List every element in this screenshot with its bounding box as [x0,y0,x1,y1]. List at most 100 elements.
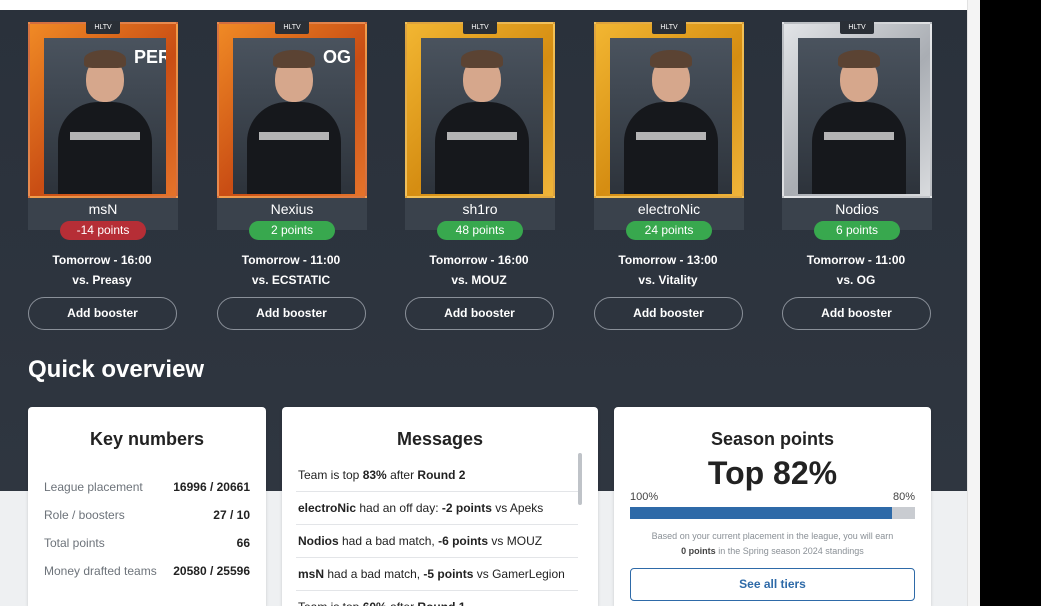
match-time: Tomorrow - 11:00 [241,253,341,267]
player-jersey [812,102,906,194]
message-text: Team is top [298,468,363,482]
player-name: sh1ro [462,201,498,217]
match-opponent: vs. Preasy [72,273,132,287]
points-pill: 48 points [437,221,523,240]
message-text: after [387,600,418,606]
progress-right-label: 80% [892,491,915,503]
player-name: electroNic [637,201,701,217]
messages-title: Messages [396,429,484,449]
player-photo [421,38,543,194]
hltv-badge: HLTV [652,21,686,34]
player-photo: PERA [44,38,166,194]
match-time: Tomorrow - 13:00 [618,253,718,267]
card-frame: OG [217,22,367,198]
match-time: Tomorrow - 11:00 [806,253,906,267]
player-card[interactable]: HLTV sh1ro [405,21,555,230]
spirit-icon [511,44,537,70]
message-text: Nodios [298,534,339,548]
season-progress-bar [630,507,915,519]
match-time: Tomorrow - 16:00 [52,253,152,267]
message-text: electroNic [298,501,357,515]
add-booster-button[interactable]: Add booster [594,297,743,330]
player-jersey [58,102,152,194]
match-opponent: vs. ECSTATIC [251,273,331,287]
top-strip [0,0,980,10]
player-name: msN [88,201,118,217]
player-card[interactable]: PERA HLTV msN [28,21,178,230]
player-jersey [624,102,718,194]
key-number-label: League placement [44,480,143,494]
player-card[interactable]: OG HLTV Nexius [217,21,367,230]
season-note-prefix: Based on your current placement in the l… [651,531,894,541]
message-text: vs Apeks [491,501,544,515]
message-text: had a bad match, [338,534,439,548]
messages-list[interactable]: Team is top 83% after Round 2 electroNic … [296,459,578,606]
hltv-badge: HLTV [840,21,874,34]
player-photo [610,38,732,194]
add-booster-button[interactable]: Add booster [217,297,366,330]
player-name: Nodios [835,201,879,217]
card-frame [594,22,744,198]
messages-panel: Messages Team is top 83% after Round 2 el… [282,407,598,606]
vertical-scrollbar[interactable] [967,0,980,606]
player-photo [798,38,920,194]
message-text: 83% [362,468,387,482]
add-booster-button[interactable]: Add booster [28,297,177,330]
message-text: Team is top [298,600,363,606]
message-text: Round 2 [417,468,466,482]
pera-icon: PERA [134,47,166,67]
hltv-badge: HLTV [463,21,497,34]
hltv-badge: HLTV [275,21,309,34]
points-pill: 6 points [814,221,900,240]
points-pill: -14 points [60,221,146,240]
see-all-tiers-button[interactable]: See all tiers [630,568,915,601]
key-number-label: Total points [44,536,105,550]
match-info: Tomorrow - 16:00 vs. MOUZ [404,250,554,290]
points-pill: 24 points [626,221,712,240]
messages-scrollbar[interactable] [578,453,582,505]
cloud9-icon [700,44,726,70]
jersey-sponsor [447,132,517,140]
jersey-sponsor [70,132,140,140]
player-hair [650,50,692,68]
quick-overview-title: Quick overview [28,356,205,383]
jersey-sponsor [259,132,329,140]
match-info: Tomorrow - 11:00 vs. OG [781,250,931,290]
season-points-panel: Season points Top 82% 100% 80% Based on … [614,407,931,606]
key-number-label: Role / boosters [44,508,125,522]
message-text: vs GamerLegion [473,567,565,581]
add-booster-button[interactable]: Add booster [405,297,554,330]
season-note-suffix: in the Spring season 2024 standings [718,546,864,556]
message-item: electroNic had an off day: -2 points vs … [296,492,578,525]
key-number-value: 20580 / 25596 [173,564,250,578]
key-number-value: 16996 / 20661 [173,480,250,494]
season-rank-headline: Top 82% [707,455,838,491]
season-points-title: Season points [710,429,835,449]
season-note: Based on your current placement in the l… [628,529,917,559]
match-opponent: vs. MOUZ [451,273,507,287]
message-item: Nodios had a bad match, -6 points vs MOU… [296,525,578,558]
message-text: -6 points [438,534,489,548]
message-item: Team is top 83% after Round 2 [296,459,578,492]
message-text: -5 points [423,567,474,581]
match-info: Tomorrow - 13:00 vs. Vitality [593,250,743,290]
match-opponent: vs. OG [836,273,876,287]
progress-left-label: 100% [630,491,659,503]
add-booster-button[interactable]: Add booster [782,297,931,330]
message-text: -2 points [441,501,492,515]
key-number-value: 27 / 10 [213,508,250,522]
player-jersey [247,102,341,194]
card-frame: PERA [28,22,178,198]
key-number-label: Money drafted teams [44,564,157,578]
message-text: had an off day: [356,501,442,515]
player-card[interactable]: HLTV Nodios [782,21,932,230]
message-text: had a bad match, [324,567,424,581]
eternal-fire-icon [888,44,914,70]
season-note-points: 0 points [681,546,716,556]
message-item: Team is top 60% after Round 1 [296,591,578,606]
season-progress-fill [630,507,893,519]
match-time: Tomorrow - 16:00 [429,253,529,267]
message-text: vs MOUZ [488,534,543,548]
match-info: Tomorrow - 16:00 vs. Preasy [27,250,177,290]
player-card[interactable]: HLTV electroNic [594,21,744,230]
